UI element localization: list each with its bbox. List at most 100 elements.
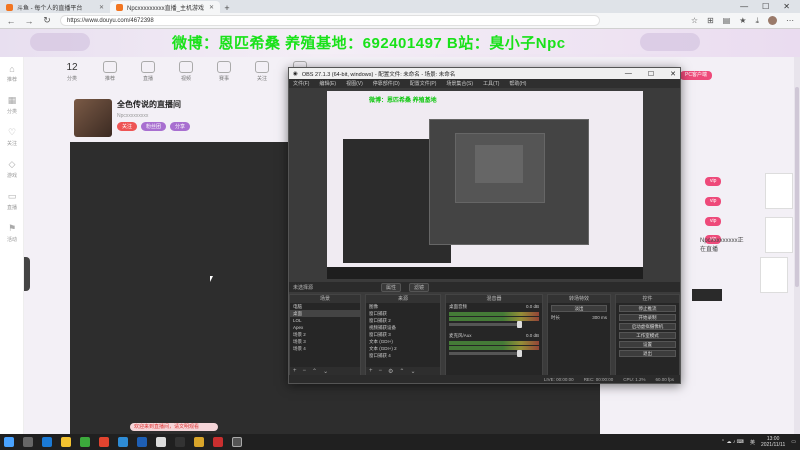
- promo-card[interactable]: [765, 173, 793, 209]
- rail-item-follow[interactable]: ♡ 关注: [0, 121, 24, 153]
- menu-tools[interactable]: 工具(T): [483, 80, 499, 87]
- start-icon[interactable]: [4, 437, 14, 447]
- topnav-item[interactable]: 推荐: [98, 61, 122, 82]
- netease-music-icon[interactable]: [99, 437, 109, 447]
- transition-select[interactable]: 淡出: [551, 305, 607, 312]
- source-item[interactable]: 图像: [366, 303, 440, 310]
- remove-icon[interactable]: −: [379, 368, 383, 374]
- reload-icon[interactable]: ↻: [42, 15, 52, 26]
- move-down-icon[interactable]: ⌄: [410, 368, 415, 375]
- volume-slider[interactable]: [449, 350, 522, 357]
- scene-item[interactable]: 场景 2: [290, 331, 360, 338]
- obs-preview-canvas[interactable]: 微博：恩匹希桑 养殖基地: [327, 91, 643, 279]
- streamer-name[interactable]: Npcxxxxxxxxx: [117, 113, 148, 119]
- obs-minimize-icon[interactable]: —: [625, 70, 632, 78]
- remove-icon[interactable]: −: [303, 368, 307, 374]
- vip-badge[interactable]: vip: [705, 197, 722, 206]
- vip-badge[interactable]: vip: [705, 217, 722, 226]
- obs-taskbar-icon[interactable]: [232, 437, 242, 447]
- menu-help[interactable]: 帮助(H): [509, 80, 526, 87]
- profile-avatar[interactable]: [768, 15, 777, 25]
- source-item[interactable]: 文本 (GDI+): [366, 338, 440, 345]
- source-item[interactable]: 视频捕获设备: [366, 324, 440, 331]
- follow-button[interactable]: 关注: [117, 122, 138, 131]
- topnav-item[interactable]: 视频: [174, 61, 198, 82]
- filters-button[interactable]: 滤镜: [409, 282, 430, 292]
- streamer-avatar[interactable]: [74, 99, 112, 137]
- new-tab-button[interactable]: +: [220, 3, 234, 13]
- right-scrollbar-thumb[interactable]: [795, 87, 799, 287]
- stop-streaming-button[interactable]: 停止推流: [619, 305, 676, 312]
- source-item[interactable]: 文本 (GDI+) 2: [366, 345, 440, 352]
- download-icon[interactable]: ⤓: [755, 16, 759, 26]
- star-icon[interactable]: ☆: [691, 16, 698, 26]
- source-item[interactable]: 窗口捕获 4: [366, 352, 440, 359]
- promo-card[interactable]: [760, 257, 788, 293]
- extension-icon[interactable]: ⊞: [707, 16, 714, 26]
- collections-icon[interactable]: ▤: [723, 16, 731, 26]
- tray-icons[interactable]: ⌃ ☁ ♪ ⌨: [721, 439, 744, 445]
- close-tab-icon[interactable]: ✕: [99, 4, 104, 11]
- menu-scene-collection[interactable]: 场景集合(S): [446, 80, 473, 87]
- scene-item[interactable]: Apex: [290, 324, 360, 331]
- menu-file[interactable]: 文件(F): [293, 80, 309, 87]
- settings-button[interactable]: 设置: [619, 341, 676, 348]
- address-input[interactable]: https://www.douyu.com/4672398: [60, 15, 600, 26]
- topnav-item[interactable]: 关注: [250, 61, 274, 82]
- client-badge[interactable]: PC客户端: [680, 71, 712, 80]
- qq-icon[interactable]: [118, 437, 128, 447]
- scene-item[interactable]: 场景 3: [290, 338, 360, 345]
- menu-icon[interactable]: ⋯: [786, 16, 794, 26]
- scene-item[interactable]: 电脑: [290, 303, 360, 310]
- topnav-item[interactable]: 赛事: [212, 61, 236, 82]
- exit-button[interactable]: 退出: [619, 350, 676, 357]
- menu-docks[interactable]: 停靠部件(D): [373, 80, 400, 87]
- rail-item-game[interactable]: ◇ 游戏: [0, 153, 24, 185]
- move-up-icon[interactable]: ⌃: [399, 368, 404, 375]
- properties-button[interactable]: 属性: [381, 282, 402, 292]
- virtual-camera-button[interactable]: 启动虚拟摄像机: [619, 323, 676, 330]
- vip-badge[interactable]: vip: [705, 177, 722, 186]
- menu-profile[interactable]: 配置文件(P): [410, 80, 437, 87]
- file-explorer-icon[interactable]: [61, 437, 71, 447]
- store-icon[interactable]: [137, 437, 147, 447]
- scene-item[interactable]: 桌面: [290, 310, 360, 317]
- mini-player[interactable]: [692, 289, 722, 301]
- wechat-icon[interactable]: [80, 437, 90, 447]
- volume-slider[interactable]: [449, 321, 522, 328]
- browser-tab-1[interactable]: 斗鱼 - 每个人的直播平台 ✕: [0, 1, 110, 13]
- share-button[interactable]: 分享: [170, 122, 191, 131]
- source-item[interactable]: 窗口捕获: [366, 310, 440, 317]
- start-recording-button[interactable]: 开始录制: [619, 314, 676, 321]
- chrome-icon[interactable]: [156, 437, 166, 447]
- notification-icon[interactable]: ▭: [791, 439, 796, 445]
- obs-close-icon[interactable]: ✕: [670, 70, 676, 78]
- clock[interactable]: 13:00 2021/11/11: [761, 436, 785, 448]
- task-view-icon[interactable]: [23, 437, 33, 447]
- source-item[interactable]: 窗口捕获 3: [366, 331, 440, 338]
- rail-item-live[interactable]: ▭ 直播: [0, 185, 24, 217]
- gear-icon[interactable]: ⚙: [388, 368, 393, 375]
- menu-view[interactable]: 视图(V): [346, 80, 363, 87]
- app-icon[interactable]: [213, 437, 223, 447]
- favorites-icon[interactable]: ★: [739, 16, 746, 26]
- rail-collapse-handle[interactable]: [24, 257, 30, 291]
- rail-item-activity[interactable]: ⚑ 活动: [0, 217, 24, 249]
- rail-item-category[interactable]: ▦ 分类: [0, 89, 24, 121]
- close-window-icon[interactable]: ✕: [783, 2, 790, 11]
- add-icon[interactable]: +: [369, 368, 373, 374]
- source-item[interactable]: 窗口捕获 2: [366, 317, 440, 324]
- studio-mode-button[interactable]: 工作室模式: [619, 332, 676, 339]
- promo-card[interactable]: [765, 217, 793, 253]
- input-language[interactable]: 英: [750, 439, 755, 446]
- menu-edit[interactable]: 编辑(E): [319, 80, 336, 87]
- steam-icon[interactable]: [175, 437, 185, 447]
- scene-item[interactable]: 场景 4: [290, 345, 360, 352]
- app-icon[interactable]: [194, 437, 204, 447]
- duration-input[interactable]: 300 ms: [592, 315, 607, 321]
- back-icon[interactable]: ←: [6, 16, 16, 26]
- topnav-item[interactable]: 直播: [136, 61, 160, 82]
- move-down-icon[interactable]: ⌄: [323, 368, 328, 375]
- add-icon[interactable]: +: [293, 368, 297, 374]
- maximize-icon[interactable]: ☐: [762, 2, 769, 11]
